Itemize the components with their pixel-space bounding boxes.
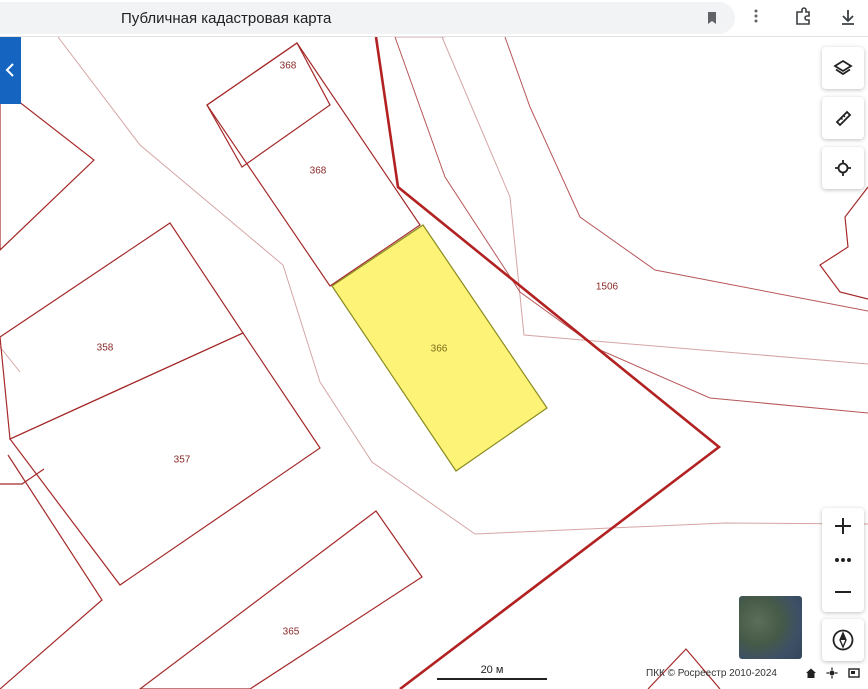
zoom-out-button[interactable] [822,574,864,610]
minus-icon [835,591,851,593]
parcel-357 [9,332,321,586]
road-boundary-line [441,37,868,365]
parcel-365 [139,510,423,689]
parcel-368-top [206,42,331,168]
download-icon[interactable] [838,7,858,27]
layers-button[interactable] [822,47,864,89]
road-boundary-line [504,37,868,312]
print-icon[interactable] [848,667,860,679]
more-horiz-icon [835,558,851,562]
bookmark-icon[interactable] [704,10,720,26]
cadastral-map[interactable]: 368 368 366 1506 358 357 365 20 м ПКК © … [0,37,868,689]
locate-button[interactable] [822,147,864,189]
zoom-in-button[interactable] [822,508,864,544]
address-bar[interactable]: Публичная кадастровая карта [0,2,735,34]
parcel-358 [0,222,244,440]
compass-icon [832,629,854,651]
plus-icon [835,518,851,534]
side-panel-toggle[interactable] [0,37,21,104]
parcel-366 [331,224,548,472]
parcel-right-edge [819,186,868,300]
ruler-icon [835,110,852,127]
measure-button[interactable] [822,97,864,139]
parcel-left-edge [0,454,103,689]
satellite-minimap[interactable] [739,596,802,659]
scale-bar: 20 м [437,663,547,683]
layers-icon [833,59,853,76]
scale-line [437,678,547,680]
chevron-left-icon [5,63,14,77]
zoom-more-button[interactable] [822,546,864,574]
home-icon[interactable] [805,667,817,679]
page-title: Публичная кадастровая карта [121,10,332,27]
locate-icon [835,160,851,176]
scale-label: 20 м [480,664,504,676]
parcel-layer [0,37,868,689]
attribution-text: ПКК © Росреестр 2010-2024 [646,668,777,679]
browser-toolbar: Публичная кадастровая карта [0,0,868,37]
parcel-top-left [0,86,95,251]
more-vert-icon[interactable] [748,8,764,24]
zoom-controls [822,508,864,612]
compass-button[interactable] [822,619,864,661]
locate-small-icon[interactable] [826,667,838,679]
extension-icon[interactable] [794,7,814,27]
